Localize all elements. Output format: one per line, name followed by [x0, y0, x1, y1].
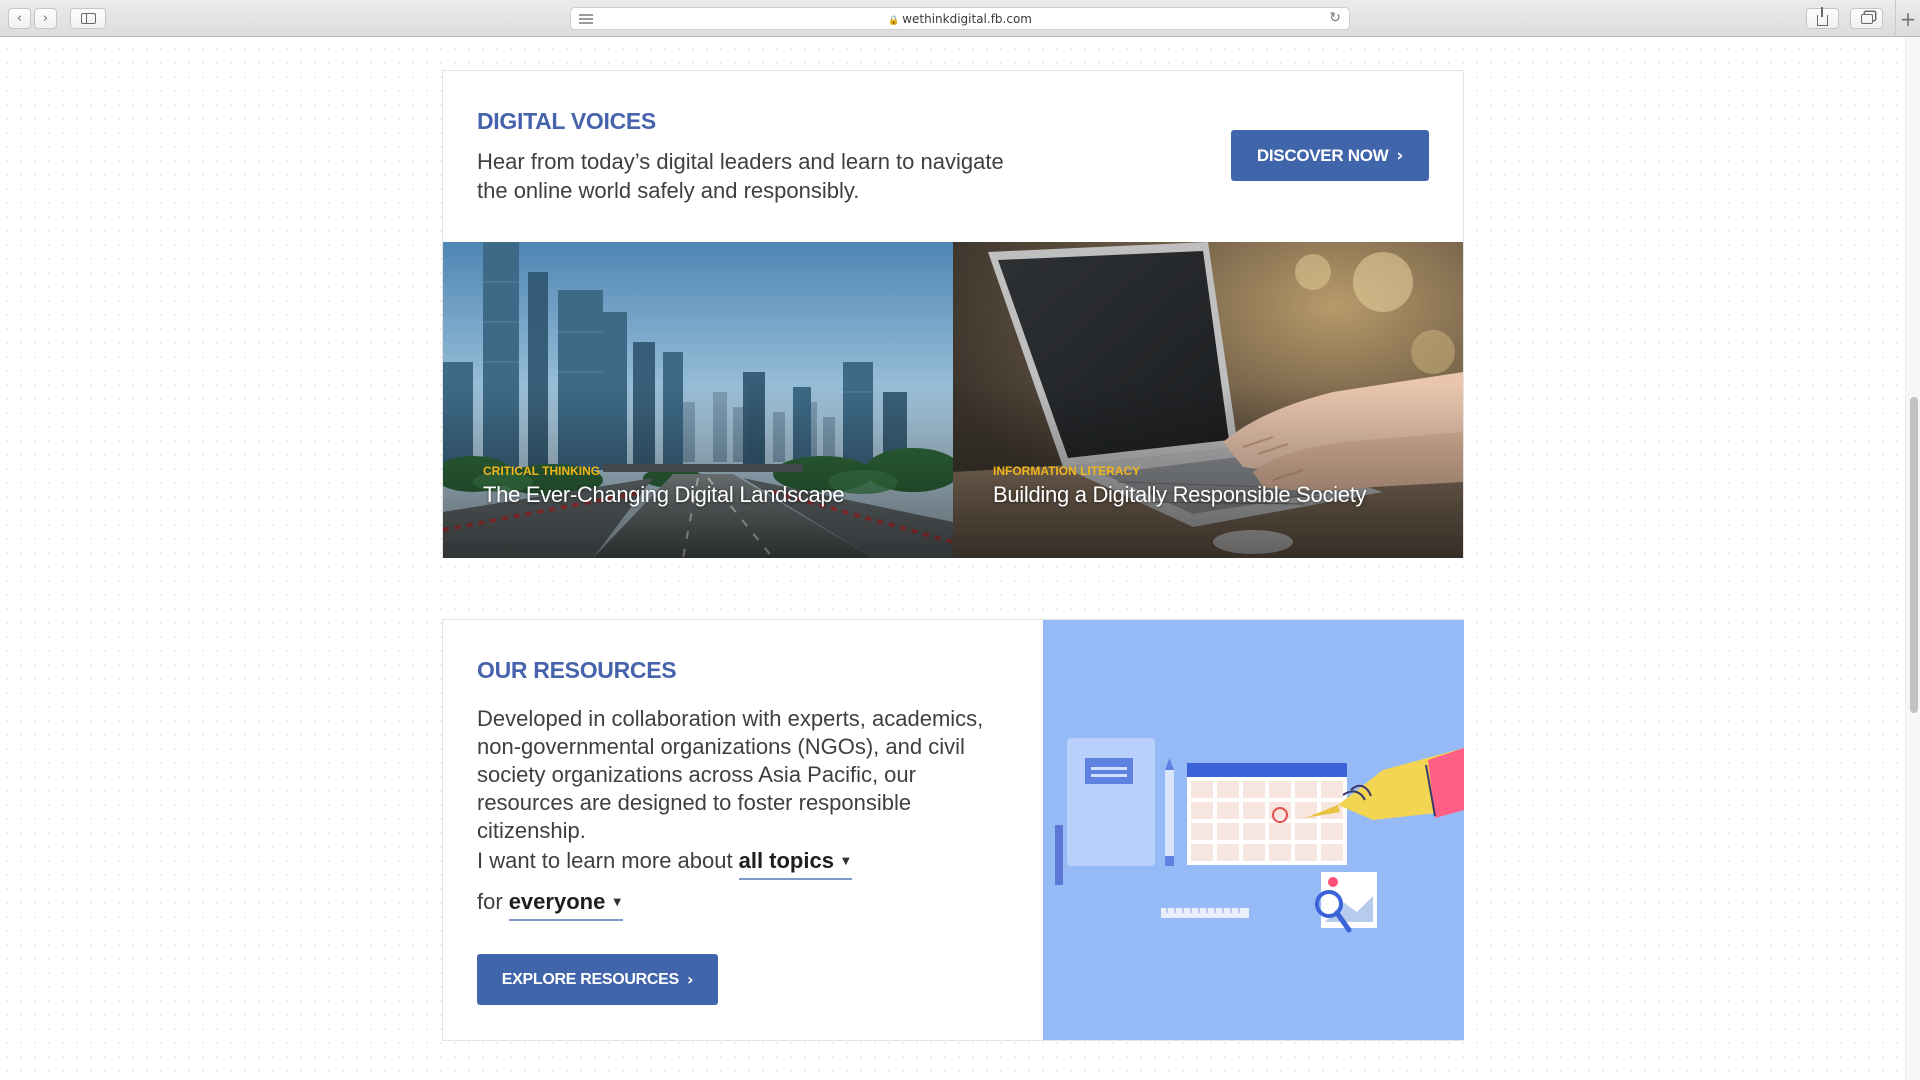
scrollbar-thumb[interactable] [1910, 397, 1918, 713]
share-icon [1817, 7, 1828, 26]
url-text: wethinkdigital.fb.com [902, 12, 1032, 26]
article-tile-information-literacy[interactable]: INFORMATION LITERACY Building a Digitall… [953, 242, 1463, 558]
tile-category: CRITICAL THINKING [483, 464, 601, 478]
tile-category: INFORMATION LITERACY [993, 464, 1141, 478]
tile-title: The Ever-Changing Digital Landscape [483, 482, 845, 507]
address-bar[interactable]: 🔒 wethinkdigital.fb.com ↻ [570, 7, 1350, 30]
tile-title: Building a Digitally Responsible Society [993, 482, 1367, 507]
plus-icon: + [1899, 6, 1917, 31]
chevron-right-icon: › [42, 11, 49, 26]
chevron-right-icon: › [1396, 145, 1404, 166]
button-label: DISCOVER NOW [1256, 145, 1389, 165]
section-title: OUR RESOURCES [477, 657, 677, 683]
chevron-right-icon: › [686, 970, 694, 989]
laptop-typing-photo [953, 242, 1463, 558]
article-tiles: CRITICAL THINKING The Ever-Changing Digi… [443, 242, 1463, 558]
browser-toolbar: ‹ › 🔒 wethinkdigital.fb.com ↻ + [0, 0, 1920, 37]
topic-filter-sentence: I want to learn more about all topics ▼ [477, 848, 852, 880]
share-button[interactable] [1806, 7, 1839, 29]
sidebar-icon [80, 13, 96, 24]
calendar-planning-illustration [1043, 620, 1464, 1040]
article-tile-critical-thinking[interactable]: CRITICAL THINKING The Ever-Changing Digi… [443, 242, 953, 558]
resources-card: OUR RESOURCES Developed in collaboration… [442, 619, 1464, 1041]
audience-filter-sentence: for everyone ▼ [477, 889, 624, 921]
filter-prefix: I want to learn more about [477, 848, 733, 873]
tabs-overview-button[interactable] [1850, 8, 1883, 29]
sidebar-toggle-button[interactable] [70, 8, 106, 29]
audience-prefix: for [477, 889, 503, 914]
tabs-icon [1860, 13, 1873, 24]
new-tab-button[interactable]: + [1895, 0, 1920, 37]
section-description: Hear from today’s digital leaders and le… [477, 149, 1004, 203]
section-title: DIGITAL VOICES [477, 108, 656, 134]
explore-resources-button[interactable]: EXPLORE RESOURCES › [477, 954, 718, 1005]
button-label: EXPLORE RESOURCES [501, 970, 679, 988]
lock-icon: 🔒 [887, 16, 900, 26]
caret-down-icon: ▼ [841, 855, 850, 867]
caret-down-icon: ▼ [613, 896, 622, 908]
city-skyline-photo [443, 242, 953, 558]
discover-now-button[interactable]: DISCOVER NOW › [1231, 130, 1429, 181]
digital-voices-card: DIGITAL VOICES Hear from today’s digital… [442, 70, 1464, 558]
page-scrollbar[interactable] [1905, 37, 1920, 1080]
forward-button[interactable]: › [34, 8, 57, 29]
audience-dropdown[interactable]: everyone ▼ [508, 889, 624, 921]
back-button[interactable]: ‹ [8, 8, 31, 29]
topic-dropdown-value: all topics [738, 848, 834, 873]
audience-dropdown-value: everyone [508, 889, 606, 914]
section-description: Developed in collaboration with experts,… [477, 706, 984, 843]
topic-dropdown[interactable]: all topics ▼ [738, 848, 852, 880]
chevron-left-icon: ‹ [16, 11, 23, 26]
reload-icon[interactable]: ↻ [1329, 10, 1341, 26]
